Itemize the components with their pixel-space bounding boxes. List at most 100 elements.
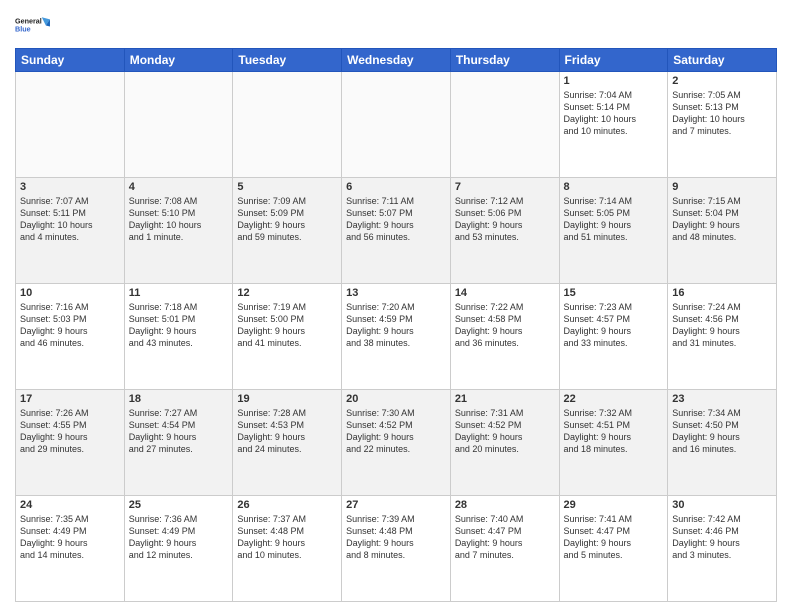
table-cell: 17 Sunrise: 7:26 AM Sunset: 4:55 PM Dayli… <box>16 390 125 496</box>
day-number: 10 <box>20 287 120 299</box>
week-row-2: 3 Sunrise: 7:07 AM Sunset: 5:11 PM Daylig… <box>16 178 777 284</box>
day-number: 22 <box>564 393 664 405</box>
day-info: Sunrise: 7:11 AM Sunset: 5:07 PM Dayligh… <box>346 195 446 244</box>
day-info: Sunrise: 7:34 AM Sunset: 4:50 PM Dayligh… <box>672 407 772 456</box>
day-number: 24 <box>20 499 120 511</box>
table-cell: 1Sunrise: 7:04 AM Sunset: 5:14 PM Daylig… <box>559 72 668 178</box>
day-number: 7 <box>455 181 555 193</box>
table-cell <box>342 72 451 178</box>
day-info: Sunrise: 7:27 AM Sunset: 4:54 PM Dayligh… <box>129 407 229 456</box>
svg-text:General: General <box>15 16 42 25</box>
day-info: Sunrise: 7:07 AM Sunset: 5:11 PM Dayligh… <box>20 195 120 244</box>
day-info: Sunrise: 7:09 AM Sunset: 5:09 PM Dayligh… <box>237 195 337 244</box>
week-row-5: 24 Sunrise: 7:35 AM Sunset: 4:49 PM Dayli… <box>16 496 777 602</box>
table-cell <box>450 72 559 178</box>
table-cell: 11 Sunrise: 7:18 AM Sunset: 5:01 PM Dayli… <box>124 284 233 390</box>
day-info: Sunrise: 7:05 AM Sunset: 5:13 PM Dayligh… <box>672 89 772 138</box>
table-cell: 29Sunrise: 7:41 AM Sunset: 4:47 PM Dayli… <box>559 496 668 602</box>
day-info: Sunrise: 7:18 AM Sunset: 5:01 PM Dayligh… <box>129 301 229 350</box>
day-info: Sunrise: 7:30 AM Sunset: 4:52 PM Dayligh… <box>346 407 446 456</box>
calendar-table: Sunday Monday Tuesday Wednesday Thursday… <box>15 48 777 602</box>
table-cell: 13 Sunrise: 7:20 AM Sunset: 4:59 PM Dayli… <box>342 284 451 390</box>
day-number: 4 <box>129 181 229 193</box>
day-number: 1 <box>564 75 664 87</box>
day-number: 18 <box>129 393 229 405</box>
table-cell: 21 Sunrise: 7:31 AM Sunset: 4:52 PM Dayli… <box>450 390 559 496</box>
day-number: 13 <box>346 287 446 299</box>
weekday-header-row: Sunday Monday Tuesday Wednesday Thursday… <box>16 49 777 72</box>
day-info: Sunrise: 7:42 AM Sunset: 4:46 PM Dayligh… <box>672 513 772 562</box>
day-number: 2 <box>672 75 772 87</box>
table-cell: 24 Sunrise: 7:35 AM Sunset: 4:49 PM Dayli… <box>16 496 125 602</box>
table-cell: 28 Sunrise: 7:40 AM Sunset: 4:47 PM Dayli… <box>450 496 559 602</box>
table-cell: 23 Sunrise: 7:34 AM Sunset: 4:50 PM Dayli… <box>668 390 777 496</box>
table-cell: 18 Sunrise: 7:27 AM Sunset: 4:54 PM Dayli… <box>124 390 233 496</box>
table-cell: 20Sunrise: 7:30 AM Sunset: 4:52 PM Dayli… <box>342 390 451 496</box>
table-cell: 14 Sunrise: 7:22 AM Sunset: 4:58 PM Dayli… <box>450 284 559 390</box>
header-tuesday: Tuesday <box>233 49 342 72</box>
table-cell: 6 Sunrise: 7:11 AM Sunset: 5:07 PM Daylig… <box>342 178 451 284</box>
table-cell <box>124 72 233 178</box>
table-cell: 9Sunrise: 7:15 AM Sunset: 5:04 PM Daylig… <box>668 178 777 284</box>
day-number: 12 <box>237 287 337 299</box>
day-number: 14 <box>455 287 555 299</box>
day-number: 25 <box>129 499 229 511</box>
table-cell: 27 Sunrise: 7:39 AM Sunset: 4:48 PM Dayli… <box>342 496 451 602</box>
table-cell: 2 Sunrise: 7:05 AM Sunset: 5:13 PM Daylig… <box>668 72 777 178</box>
day-number: 6 <box>346 181 446 193</box>
day-info: Sunrise: 7:16 AM Sunset: 5:03 PM Dayligh… <box>20 301 120 350</box>
table-cell: 19 Sunrise: 7:28 AM Sunset: 4:53 PM Dayli… <box>233 390 342 496</box>
logo-icon: GeneralBlue <box>15 10 51 40</box>
table-cell: 16Sunrise: 7:24 AM Sunset: 4:56 PM Dayli… <box>668 284 777 390</box>
table-cell: 25 Sunrise: 7:36 AM Sunset: 4:49 PM Dayli… <box>124 496 233 602</box>
day-info: Sunrise: 7:15 AM Sunset: 5:04 PM Dayligh… <box>672 195 772 244</box>
day-number: 5 <box>237 181 337 193</box>
table-cell: 4Sunrise: 7:08 AM Sunset: 5:10 PM Daylig… <box>124 178 233 284</box>
day-number: 26 <box>237 499 337 511</box>
day-info: Sunrise: 7:41 AM Sunset: 4:47 PM Dayligh… <box>564 513 664 562</box>
day-info: Sunrise: 7:23 AM Sunset: 4:57 PM Dayligh… <box>564 301 664 350</box>
day-info: Sunrise: 7:22 AM Sunset: 4:58 PM Dayligh… <box>455 301 555 350</box>
day-info: Sunrise: 7:39 AM Sunset: 4:48 PM Dayligh… <box>346 513 446 562</box>
header-monday: Monday <box>124 49 233 72</box>
table-cell: 5 Sunrise: 7:09 AM Sunset: 5:09 PM Daylig… <box>233 178 342 284</box>
day-info: Sunrise: 7:20 AM Sunset: 4:59 PM Dayligh… <box>346 301 446 350</box>
logo: GeneralBlue <box>15 10 51 40</box>
day-number: 27 <box>346 499 446 511</box>
day-info: Sunrise: 7:36 AM Sunset: 4:49 PM Dayligh… <box>129 513 229 562</box>
day-info: Sunrise: 7:14 AM Sunset: 5:05 PM Dayligh… <box>564 195 664 244</box>
day-number: 17 <box>20 393 120 405</box>
week-row-3: 10 Sunrise: 7:16 AM Sunset: 5:03 PM Dayli… <box>16 284 777 390</box>
day-info: Sunrise: 7:31 AM Sunset: 4:52 PM Dayligh… <box>455 407 555 456</box>
table-cell <box>16 72 125 178</box>
day-info: Sunrise: 7:24 AM Sunset: 4:56 PM Dayligh… <box>672 301 772 350</box>
day-number: 11 <box>129 287 229 299</box>
table-cell: 30 Sunrise: 7:42 AM Sunset: 4:46 PM Dayli… <box>668 496 777 602</box>
day-info: Sunrise: 7:35 AM Sunset: 4:49 PM Dayligh… <box>20 513 120 562</box>
day-number: 30 <box>672 499 772 511</box>
header-wednesday: Wednesday <box>342 49 451 72</box>
day-info: Sunrise: 7:26 AM Sunset: 4:55 PM Dayligh… <box>20 407 120 456</box>
day-info: Sunrise: 7:40 AM Sunset: 4:47 PM Dayligh… <box>455 513 555 562</box>
day-number: 23 <box>672 393 772 405</box>
day-info: Sunrise: 7:28 AM Sunset: 4:53 PM Dayligh… <box>237 407 337 456</box>
table-cell: 26 Sunrise: 7:37 AM Sunset: 4:48 PM Dayli… <box>233 496 342 602</box>
day-number: 3 <box>20 181 120 193</box>
header-saturday: Saturday <box>668 49 777 72</box>
header-friday: Friday <box>559 49 668 72</box>
day-info: Sunrise: 7:32 AM Sunset: 4:51 PM Dayligh… <box>564 407 664 456</box>
header: GeneralBlue <box>15 10 777 40</box>
day-info: Sunrise: 7:19 AM Sunset: 5:00 PM Dayligh… <box>237 301 337 350</box>
day-number: 28 <box>455 499 555 511</box>
table-cell: 3 Sunrise: 7:07 AM Sunset: 5:11 PM Daylig… <box>16 178 125 284</box>
day-number: 21 <box>455 393 555 405</box>
table-cell <box>233 72 342 178</box>
day-info: Sunrise: 7:12 AM Sunset: 5:06 PM Dayligh… <box>455 195 555 244</box>
day-number: 15 <box>564 287 664 299</box>
day-info: Sunrise: 7:37 AM Sunset: 4:48 PM Dayligh… <box>237 513 337 562</box>
header-sunday: Sunday <box>16 49 125 72</box>
week-row-1: 1Sunrise: 7:04 AM Sunset: 5:14 PM Daylig… <box>16 72 777 178</box>
table-cell: 15 Sunrise: 7:23 AM Sunset: 4:57 PM Dayli… <box>559 284 668 390</box>
day-number: 19 <box>237 393 337 405</box>
table-cell: 12 Sunrise: 7:19 AM Sunset: 5:00 PM Dayli… <box>233 284 342 390</box>
